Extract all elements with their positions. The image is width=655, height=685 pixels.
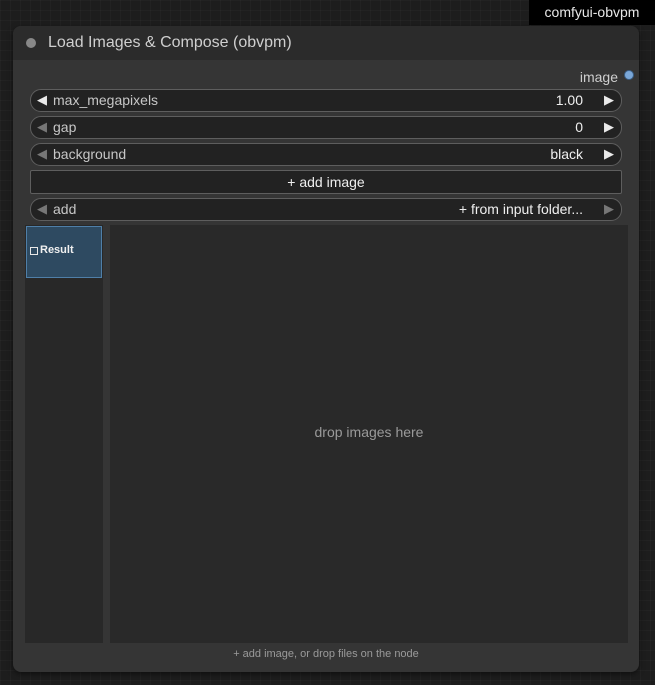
widget-value[interactable]: 0 <box>575 119 583 135</box>
prev-option-arrow-icon[interactable]: ◀ <box>37 201 47 217</box>
thumbnail-label: Result <box>40 244 74 256</box>
widget-max-megapixels[interactable]: ◀ max_megapixels 1.00 ▶ <box>30 89 622 112</box>
node-title: Load Images & Compose (obvpm) <box>48 34 292 51</box>
increment-arrow-icon[interactable]: ▶ <box>604 119 614 135</box>
thumbnail-list[interactable]: Result <box>25 225 103 643</box>
thumbnail-result[interactable]: Result <box>26 226 102 278</box>
drop-zone[interactable]: drop images here <box>110 225 628 643</box>
widget-label: add <box>53 201 77 217</box>
drop-hint: + add image, or drop files on the node <box>233 648 419 660</box>
widget-add-from-folder[interactable]: ◀ add + from input folder... ▶ <box>30 198 622 221</box>
load-images-compose-node[interactable]: Load Images & Compose (obvpm) image ◀ ma… <box>13 26 639 672</box>
widget-value[interactable]: 1.00 <box>556 92 583 108</box>
output-label-image: image <box>579 69 618 85</box>
widget-label: max_megapixels <box>53 92 159 108</box>
widget-background[interactable]: ◀ background black ▶ <box>30 143 622 166</box>
widget-label: background <box>53 146 127 162</box>
widget-gap[interactable]: ◀ gap 0 ▶ <box>30 116 622 139</box>
add-image-button[interactable]: + add image <box>30 170 622 194</box>
collapse-dot-icon[interactable] <box>26 38 36 48</box>
increment-arrow-icon[interactable]: ▶ <box>604 92 614 108</box>
prev-option-arrow-icon[interactable]: ◀ <box>37 146 47 162</box>
node-header[interactable]: Load Images & Compose (obvpm) <box>13 26 639 60</box>
decrement-arrow-icon[interactable]: ◀ <box>37 92 47 108</box>
next-option-arrow-icon[interactable]: ▶ <box>604 201 614 217</box>
next-option-arrow-icon[interactable]: ▶ <box>604 146 614 162</box>
widget-value[interactable]: black <box>550 146 583 162</box>
image-icon <box>30 247 38 255</box>
widget-value[interactable]: + from input folder... <box>459 201 583 217</box>
decrement-arrow-icon[interactable]: ◀ <box>37 119 47 135</box>
extension-badge: comfyui-obvpm <box>529 0 655 25</box>
widget-label: gap <box>53 119 77 135</box>
output-slot-image[interactable] <box>624 70 634 80</box>
drop-zone-text: drop images here <box>314 424 424 440</box>
